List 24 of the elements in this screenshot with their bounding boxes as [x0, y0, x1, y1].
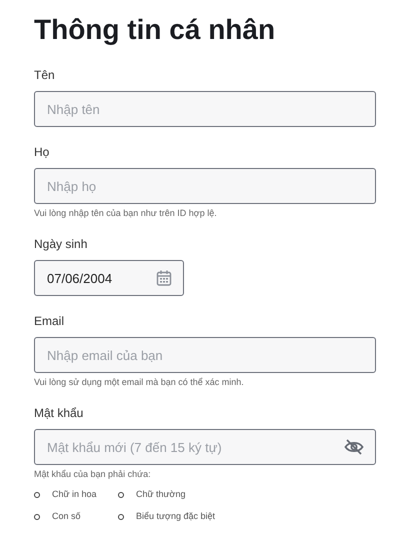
input-field[interactable]: Nhập email của bạn [34, 337, 376, 373]
requirement-text: Con số [52, 511, 81, 522]
requirement-text: Chữ in hoa [52, 489, 97, 500]
ring-icon [118, 514, 124, 520]
help-text: Vui lòng nhập tên của bạn như trên ID hợp lệ. [34, 208, 218, 219]
date-field[interactable]: 07/06/2004 [34, 260, 184, 296]
eye-slash-icon[interactable] [344, 439, 364, 455]
password-field[interactable]: Mật khẩu mới (7 đến 15 ký tự) [34, 429, 376, 465]
requirement-text: Chữ thường [136, 489, 186, 500]
field-label: Ngày sinh [34, 237, 88, 251]
field-label: Họ [34, 145, 50, 159]
ring-icon [34, 492, 40, 498]
input-field[interactable]: Nhập họ [34, 168, 376, 204]
field-label: Mật khẩu [34, 406, 84, 420]
requirements-heading: Mật khẩu của bạn phải chứa: [34, 469, 152, 480]
calendar-icon[interactable] [156, 270, 172, 286]
ring-icon [118, 492, 124, 498]
field-label: Tên [34, 68, 56, 82]
requirement-text: Biểu tượng đặc biệt [136, 511, 215, 522]
help-text: Vui lòng sử dụng một email mà bạn có thể xác minh. [34, 377, 245, 388]
field-label: Email [34, 314, 66, 328]
page-title: Thông tin cá nhân [34, 14, 276, 46]
ring-icon [34, 514, 40, 520]
input-field[interactable]: Nhập tên [34, 91, 376, 127]
